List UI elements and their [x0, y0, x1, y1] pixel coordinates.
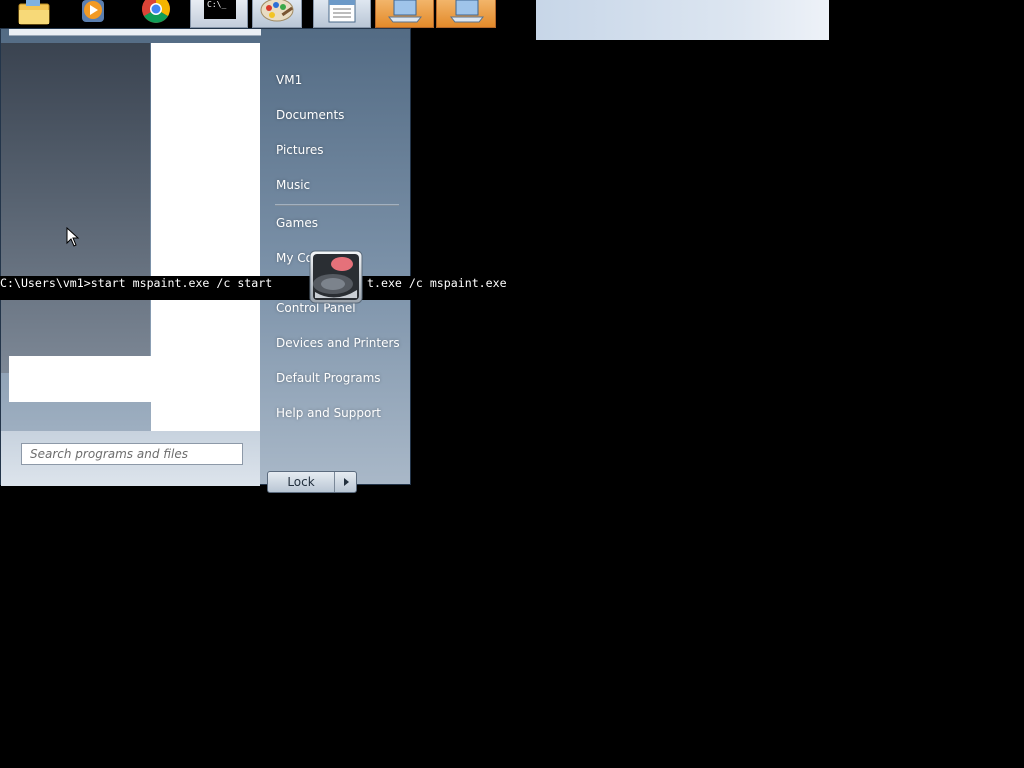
menu-item-my-computer[interactable]: My Co	[276, 251, 313, 265]
chevron-right-icon[interactable]	[336, 472, 356, 492]
chrome-taskbar-button[interactable]	[138, 0, 174, 28]
laptop-taskbar-button-1[interactable]	[375, 0, 434, 28]
menu-separator	[275, 204, 399, 206]
command-line-text: C:\Users\vm1>start mspaint.exe /c start	[0, 276, 273, 290]
explorer-taskbar-button[interactable]	[14, 0, 54, 28]
turntable-icon[interactable]	[309, 250, 363, 304]
command-line-text-tail: t.exe /c mspaint.exe	[367, 276, 507, 290]
menu-item-devices-and-printers[interactable]: Devices and Printers	[276, 336, 400, 350]
paint-taskbar-button[interactable]	[252, 0, 302, 28]
notepad-icon	[328, 0, 356, 23]
menu-item-default-programs[interactable]: Default Programs	[276, 371, 381, 385]
chrome-icon	[142, 0, 170, 23]
laptop-icon	[449, 0, 485, 23]
mouse-cursor-icon	[66, 227, 80, 247]
laptop-taskbar-button-2[interactable]	[436, 0, 496, 28]
programs-list-panel	[1, 43, 150, 373]
menu-item-documents[interactable]: Documents	[276, 108, 344, 122]
cmd-taskbar-button[interactable]: C:\_	[190, 0, 248, 28]
menu-item-music[interactable]: Music	[276, 178, 310, 192]
menu-item-games[interactable]: Games	[276, 216, 318, 230]
menu-item-vm1[interactable]: VM1	[276, 73, 302, 87]
programs-list-white-area	[151, 43, 260, 431]
start-menu-top-strip	[9, 29, 261, 36]
laptop-icon	[387, 0, 423, 23]
cmd-icon-glyph: C:\_	[207, 0, 227, 9]
command-line-strip: C:\Users\vm1>start mspaint.exe /c start …	[0, 276, 1024, 300]
taskbar: C:\_	[0, 0, 536, 28]
programs-list-highlight[interactable]	[9, 356, 151, 402]
notepad-taskbar-button[interactable]	[313, 0, 371, 28]
menu-item-pictures[interactable]: Pictures	[276, 143, 324, 157]
menu-item-help-and-support[interactable]: Help and Support	[276, 406, 381, 420]
paint-icon	[260, 0, 294, 22]
search-input[interactable]	[21, 443, 243, 465]
cmd-icon: C:\_	[204, 0, 236, 19]
lock-button[interactable]: Lock	[267, 471, 357, 493]
media-player-icon	[82, 0, 104, 22]
lock-button-label: Lock	[268, 472, 335, 492]
background-window-titlebar[interactable]	[536, 0, 829, 40]
explorer-icon	[18, 0, 50, 25]
media-player-taskbar-button[interactable]	[76, 0, 112, 28]
